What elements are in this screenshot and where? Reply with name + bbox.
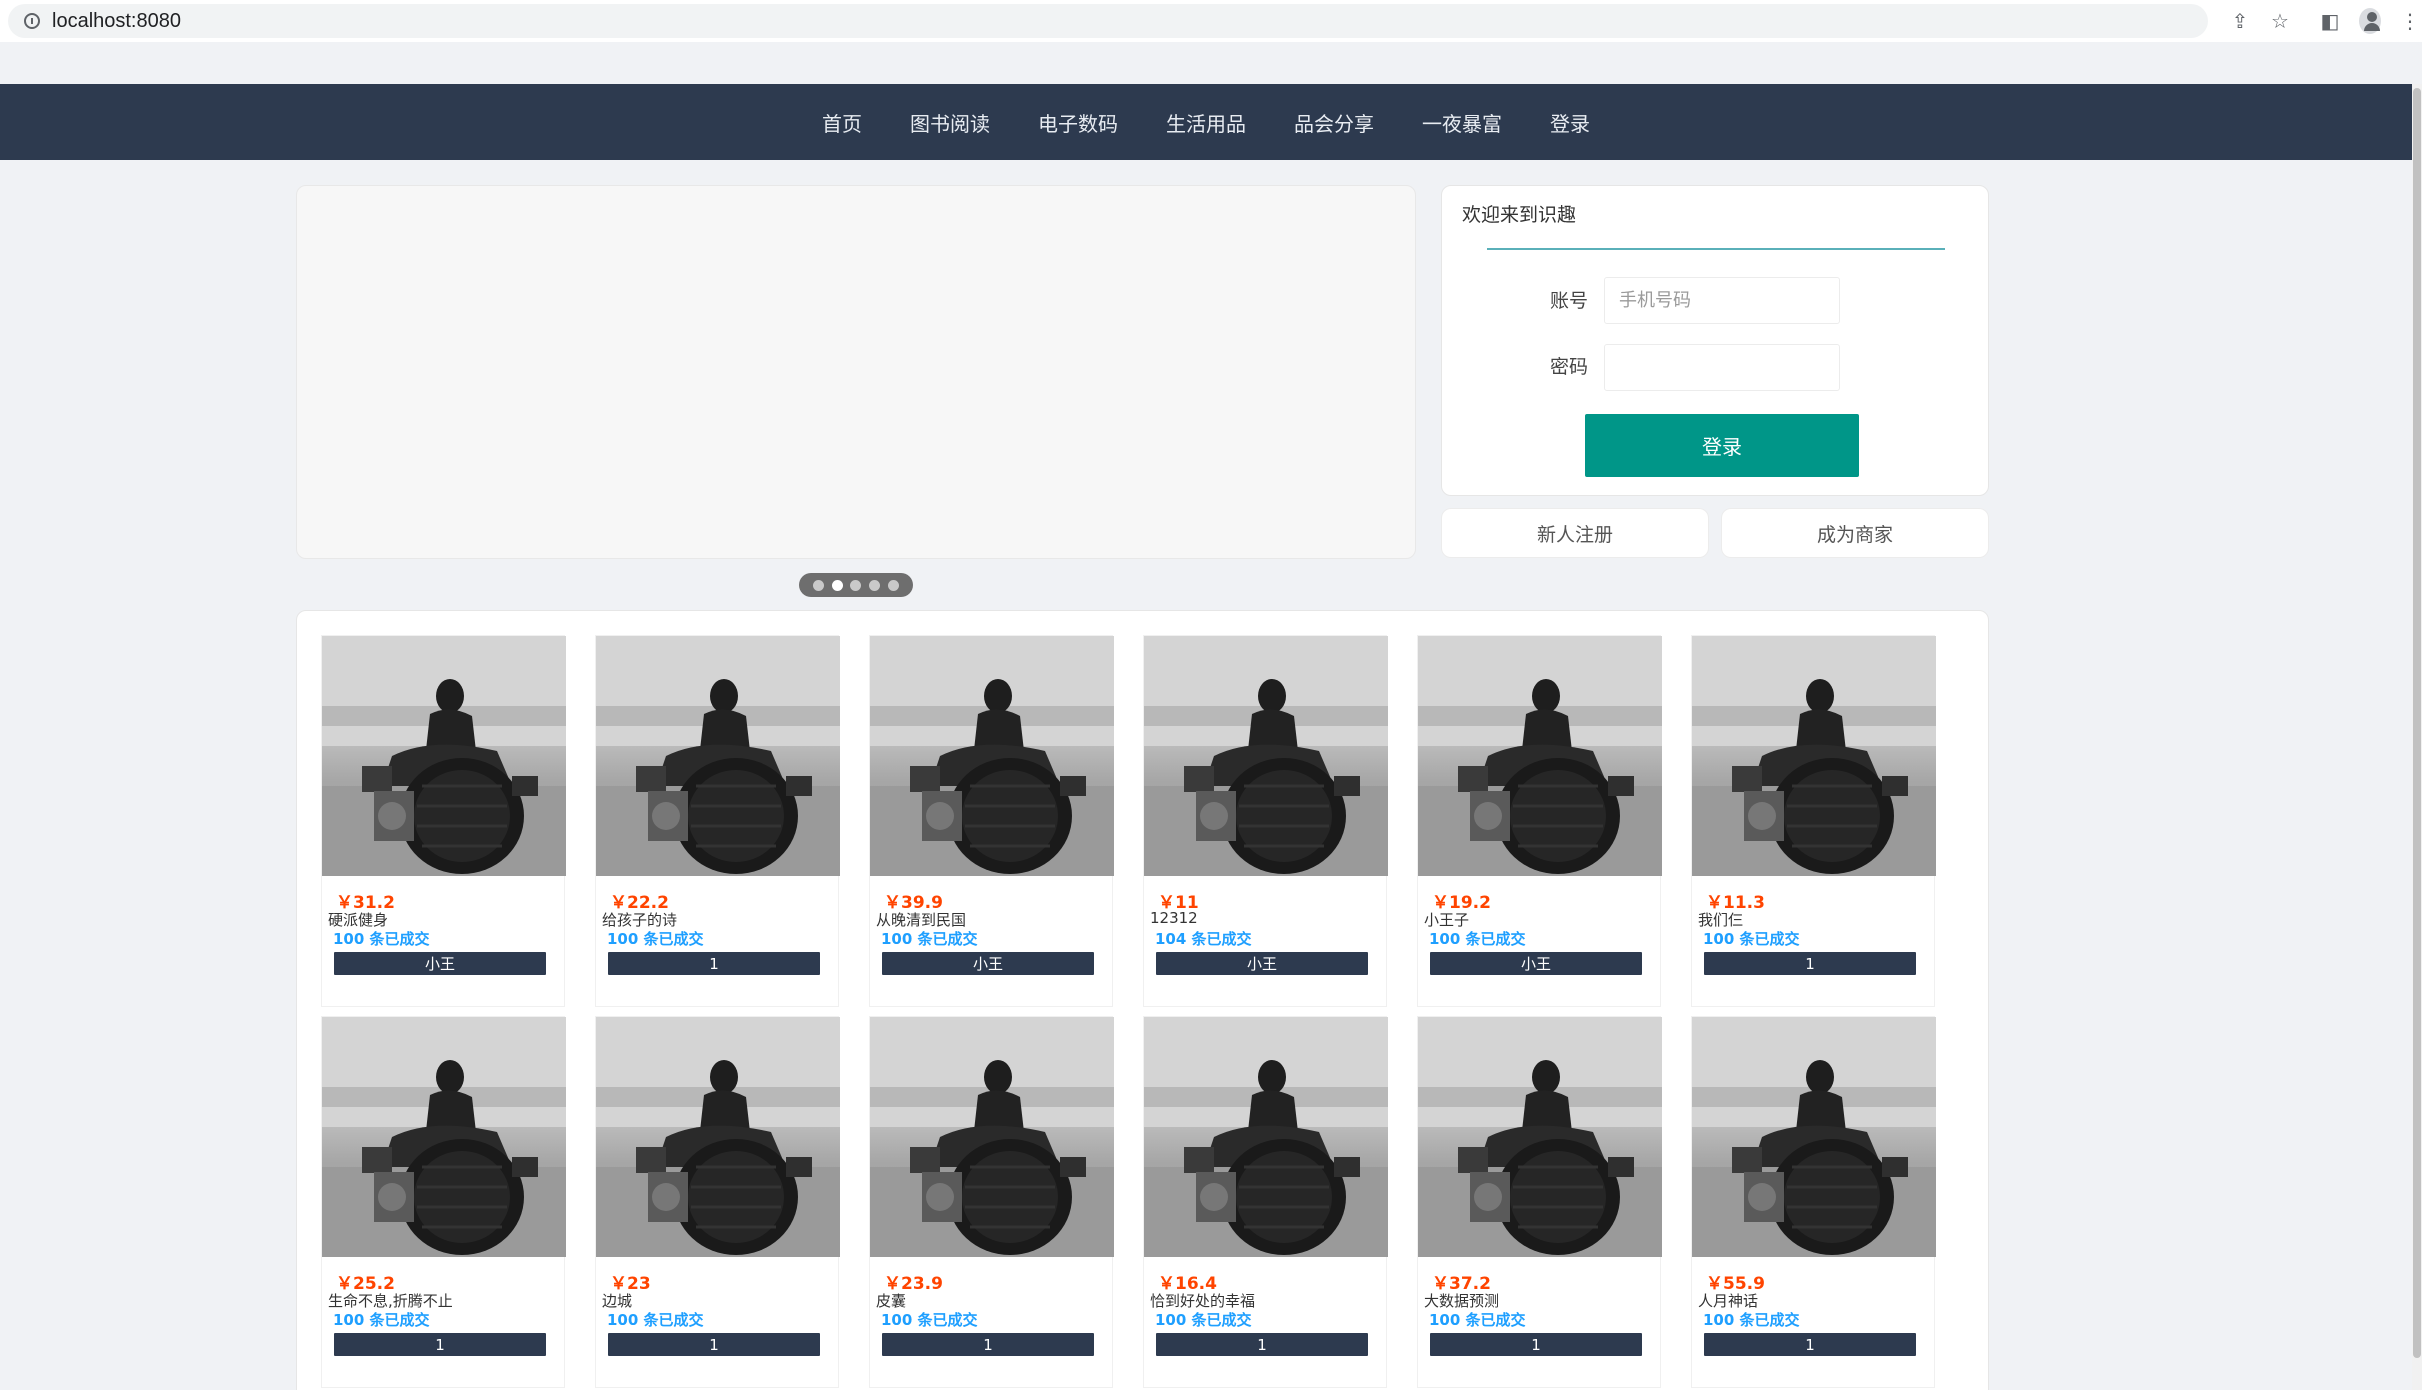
url-text[interactable]: localhost:8080 [52, 10, 181, 33]
seller-button[interactable]: 小王 [1430, 952, 1642, 975]
nav-item-share[interactable]: 品会分享 [1294, 108, 1374, 137]
browser-actions: ⇪ ☆ [2220, 0, 2300, 42]
product-name[interactable]: 我们仨 [1698, 909, 1743, 930]
bookmark-star-icon[interactable]: ☆ [2269, 9, 2291, 33]
account-input[interactable] [1604, 277, 1840, 324]
product-card[interactable]: ￥23 边城 100 条已成交 1 [595, 1016, 840, 1388]
product-sales: 100 条已成交 [333, 1311, 430, 1329]
product-sales: 100 条已成交 [1155, 1311, 1252, 1329]
product-name[interactable]: 从晚清到民国 [876, 909, 966, 930]
product-sales: 100 条已成交 [333, 930, 430, 948]
product-sales: 100 条已成交 [1429, 1311, 1526, 1329]
product-image[interactable] [1418, 1017, 1662, 1257]
product-image[interactable] [1144, 1017, 1388, 1257]
browser-toolbar: localhost:8080 ⇪ ☆ ◧ ⋮ [0, 0, 2422, 42]
product-image[interactable] [1692, 636, 1936, 876]
nav-item-get-rich[interactable]: 一夜暴富 [1422, 108, 1502, 137]
product-card[interactable]: ￥22.2 给孩子的诗 100 条已成交 1 [595, 635, 840, 1007]
nav-item-electronics[interactable]: 电子数码 [1038, 108, 1118, 137]
seller-button[interactable]: 1 [1704, 1333, 1916, 1356]
site-info-icon[interactable] [24, 13, 40, 29]
product-image[interactable] [1418, 636, 1662, 876]
product-name[interactable]: 边城 [602, 1290, 632, 1311]
carousel-dot[interactable] [869, 579, 881, 591]
product-image[interactable] [322, 1017, 566, 1257]
carousel-dot[interactable] [888, 579, 900, 591]
product-image[interactable] [870, 636, 1114, 876]
product-name[interactable]: 给孩子的诗 [602, 909, 677, 930]
product-card[interactable]: ￥11.3 我们仨 100 条已成交 1 [1691, 635, 1936, 1007]
account-label: 账号 [1550, 290, 1589, 312]
product-panel: ￥31.2 硬派健身 100 条已成交 小王 ￥22.2 给孩子的诗 100 条… [296, 610, 1989, 1390]
side-panel-icon[interactable]: ◧ [2319, 9, 2341, 33]
product-card[interactable]: ￥55.9 人月神话 100 条已成交 1 [1691, 1016, 1936, 1388]
product-image[interactable] [596, 636, 840, 876]
product-name[interactable]: 皮囊 [876, 1290, 906, 1311]
scrollbar-thumb[interactable] [2413, 88, 2421, 1358]
product-sales: 100 条已成交 [1429, 930, 1526, 948]
carousel-banner[interactable] [296, 185, 1416, 559]
carousel-dot-active[interactable] [831, 579, 843, 591]
product-name[interactable]: 硬派健身 [328, 909, 388, 930]
seller-button[interactable]: 小王 [334, 952, 546, 975]
seller-button[interactable]: 1 [882, 1333, 1094, 1356]
address-bar[interactable]: localhost:8080 [8, 4, 2208, 38]
nav-item-books[interactable]: 图书阅读 [910, 108, 990, 137]
product-name[interactable]: 人月神话 [1698, 1290, 1758, 1311]
password-label: 密码 [1550, 356, 1589, 378]
share-icon[interactable]: ⇪ [2229, 9, 2251, 33]
product-name[interactable]: 小王子 [1424, 909, 1469, 930]
seller-button[interactable]: 1 [1704, 952, 1916, 975]
product-sales: 100 条已成交 [1703, 1311, 1800, 1329]
product-card[interactable]: ￥11 12312 104 条已成交 小王 [1143, 635, 1388, 1007]
seller-button[interactable]: 1 [1156, 1333, 1368, 1356]
product-name[interactable]: 12312 [1150, 909, 1198, 927]
register-button[interactable]: 新人注册 [1441, 508, 1709, 558]
product-sales: 104 条已成交 [1155, 930, 1252, 948]
profile-icon[interactable] [2359, 8, 2381, 34]
product-name[interactable]: 恰到好处的幸福 [1150, 1290, 1255, 1311]
product-sales: 100 条已成交 [881, 930, 978, 948]
product-card[interactable]: ￥31.2 硬派健身 100 条已成交 小王 [321, 635, 566, 1007]
carousel-dot[interactable] [850, 579, 862, 591]
nav-item-home[interactable]: 首页 [822, 108, 862, 137]
top-nav: 首页 图书阅读 电子数码 生活用品 品会分享 一夜暴富 登录 [0, 84, 2412, 160]
seller-button[interactable]: 1 [1430, 1333, 1642, 1356]
carousel-dot[interactable] [812, 579, 824, 591]
seller-button[interactable]: 小王 [882, 952, 1094, 975]
title-underline [1487, 248, 1945, 250]
product-name[interactable]: 大数据预测 [1424, 1290, 1499, 1311]
product-image[interactable] [322, 636, 566, 876]
product-sales: 100 条已成交 [1703, 930, 1800, 948]
seller-button[interactable]: 1 [608, 1333, 820, 1356]
carousel-indicator [799, 573, 913, 597]
seller-button[interactable]: 小王 [1156, 952, 1368, 975]
product-sales: 100 条已成交 [607, 930, 704, 948]
nav-item-daily-goods[interactable]: 生活用品 [1166, 108, 1246, 137]
product-card[interactable]: ￥25.2 生命不息,折腾不止 100 条已成交 1 [321, 1016, 566, 1388]
product-image[interactable] [1144, 636, 1388, 876]
page-scrollbar[interactable] [2412, 84, 2422, 1390]
product-sales: 100 条已成交 [881, 1311, 978, 1329]
seller-button[interactable]: 1 [608, 952, 820, 975]
product-card[interactable]: ￥37.2 大数据预测 100 条已成交 1 [1417, 1016, 1662, 1388]
product-sales: 100 条已成交 [607, 1311, 704, 1329]
product-name[interactable]: 生命不息,折腾不止 [328, 1290, 453, 1311]
product-card[interactable]: ￥19.2 小王子 100 条已成交 小王 [1417, 635, 1662, 1007]
become-merchant-button[interactable]: 成为商家 [1721, 508, 1989, 558]
product-image[interactable] [1692, 1017, 1936, 1257]
product-card[interactable]: ￥39.9 从晚清到民国 100 条已成交 小王 [869, 635, 1114, 1007]
product-card[interactable]: ￥23.9 皮囊 100 条已成交 1 [869, 1016, 1114, 1388]
menu-kebab-icon[interactable]: ⋮ [2399, 9, 2421, 33]
product-image[interactable] [596, 1017, 840, 1257]
password-input[interactable] [1604, 344, 1840, 391]
login-card: 欢迎来到识趣 账号 密码 登录 [1441, 185, 1989, 496]
product-card[interactable]: ￥16.4 恰到好处的幸福 100 条已成交 1 [1143, 1016, 1388, 1388]
login-submit-button[interactable]: 登录 [1585, 414, 1859, 477]
browser-actions-right: ◧ ⋮ [2310, 0, 2422, 42]
nav-item-login[interactable]: 登录 [1550, 108, 1590, 137]
product-image[interactable] [870, 1017, 1114, 1257]
login-title: 欢迎来到识趣 [1462, 204, 1577, 226]
seller-button[interactable]: 1 [334, 1333, 546, 1356]
